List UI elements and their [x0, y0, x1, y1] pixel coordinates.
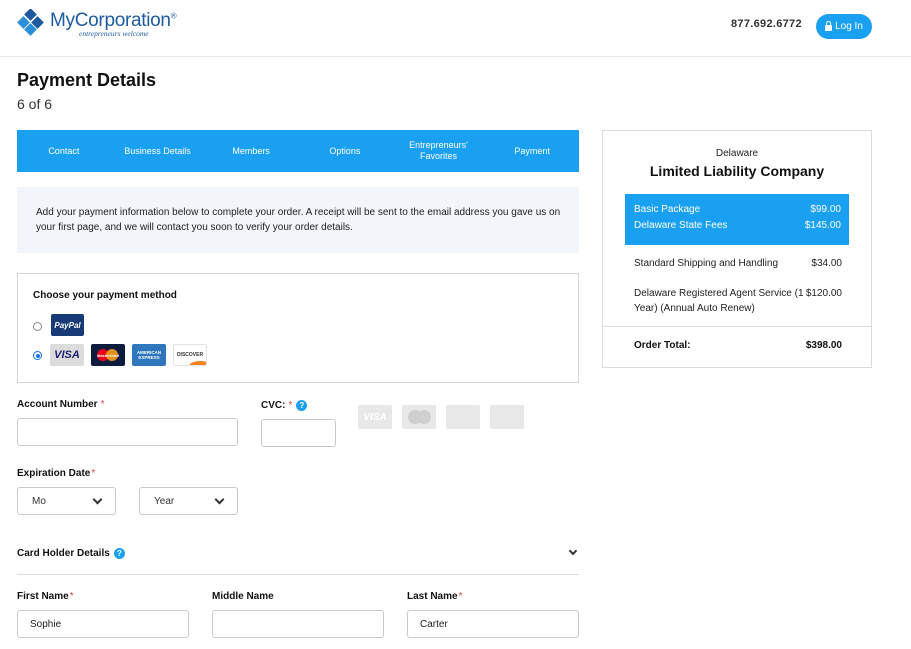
card-holder-help-icon[interactable]: ? [113, 548, 125, 559]
page-title: Payment Details [17, 70, 157, 90]
first-name-input[interactable] [17, 610, 189, 638]
mycorporation-logo[interactable]: MyCorporation® entrepreneurs welcome [17, 9, 177, 41]
summary-entity-type: Limited Liability Company [649, 163, 825, 179]
paypal-radio[interactable] [33, 322, 42, 331]
chevron-down-icon [92, 494, 103, 504]
summary-state: Delaware [715, 148, 759, 159]
expiration-year-select[interactable]: Year [139, 487, 238, 515]
summary-line: Delaware State Fees $145.00 [634, 220, 841, 231]
summary-line: Delaware Registered Agent Service (1 Yea… [634, 288, 842, 314]
discover-card-icon: DISCOVER [173, 344, 207, 366]
step-tab-payment[interactable]: Payment [485, 130, 579, 172]
mastercard-muted-icon [402, 405, 436, 429]
middle-name-label: Middle Name [212, 591, 274, 602]
summary-package-highlight: Basic Package $99.00 Delaware State Fees… [625, 194, 849, 245]
account-number-label: Account Number * [17, 399, 105, 410]
login-button[interactable]: Log In [816, 14, 872, 39]
summary-line: Basic Package $99.00 [634, 204, 841, 215]
paypal-logo[interactable]: PayPal [51, 314, 84, 336]
lock-icon [825, 20, 833, 31]
card-radio[interactable] [33, 351, 42, 360]
last-name-label: Last Name* [407, 591, 463, 602]
section-divider [17, 574, 579, 575]
amex-muted-icon [446, 405, 480, 429]
order-total: Order Total: $398.00 [634, 340, 842, 351]
step-indicator: 6 of 6 [17, 96, 53, 112]
cvc-input[interactable] [261, 419, 336, 447]
cvc-help-icon[interactable]: ? [296, 400, 308, 411]
logo-tagline: entrepreneurs welcome [79, 29, 149, 38]
chevron-down-icon [214, 494, 225, 504]
mastercard-card-icon: MasterCard [91, 344, 125, 366]
step-tab-options[interactable]: Options [298, 130, 392, 172]
visa-muted-icon: VISA [358, 405, 392, 429]
visa-card-icon: VISA [50, 344, 84, 366]
step-tab-business-details[interactable]: Business Details [111, 130, 205, 172]
first-name-label: First Name* [17, 591, 74, 602]
card-holder-collapse-chevron-icon[interactable] [568, 546, 578, 556]
expiration-date-label: Expiration Date* [17, 468, 96, 479]
cvc-label: CVC: *? [261, 400, 308, 411]
logo-diamond-icon [17, 9, 44, 36]
card-holder-details-title: Card Holder Details? [17, 548, 125, 559]
payment-info-message: Add your payment information below to co… [17, 187, 579, 253]
expiration-month-select[interactable]: Mo [17, 487, 116, 515]
payment-method-box: Choose your payment method PayPal VISA M… [17, 273, 579, 383]
step-tab-members[interactable]: Members [204, 130, 298, 172]
amex-card-icon: AMERICAN EXPRESS [132, 344, 166, 366]
discover-muted-icon [490, 405, 524, 429]
step-tab-entrepreneurs-favorites[interactable]: Entrepreneurs' Favorites [392, 130, 486, 172]
login-label: Log In [835, 21, 863, 32]
order-summary: Delaware Limited Liability Company Basic… [602, 130, 872, 368]
site-header: MyCorporation® entrepreneurs welcome 877… [0, 0, 911, 57]
account-number-input[interactable] [17, 418, 238, 446]
summary-divider [603, 326, 871, 327]
last-name-input[interactable] [407, 610, 579, 638]
progress-steps: Contact Business Details Members Options… [17, 130, 579, 172]
step-tab-contact[interactable]: Contact [17, 130, 111, 172]
summary-line: Standard Shipping and Handling $34.00 [634, 258, 842, 269]
middle-name-input[interactable] [212, 610, 384, 638]
phone-number[interactable]: 877.692.6772 [731, 18, 802, 30]
payment-method-title: Choose your payment method [33, 290, 177, 301]
